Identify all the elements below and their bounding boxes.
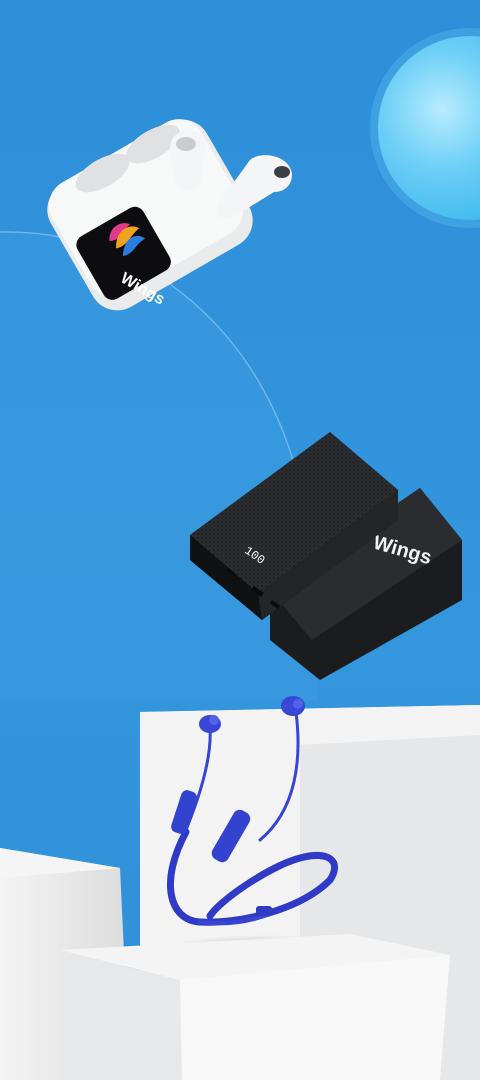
promo-banner: Wings Wings 100 — [0, 0, 480, 1080]
promo-scene: Wings Wings 100 — [0, 0, 480, 1080]
